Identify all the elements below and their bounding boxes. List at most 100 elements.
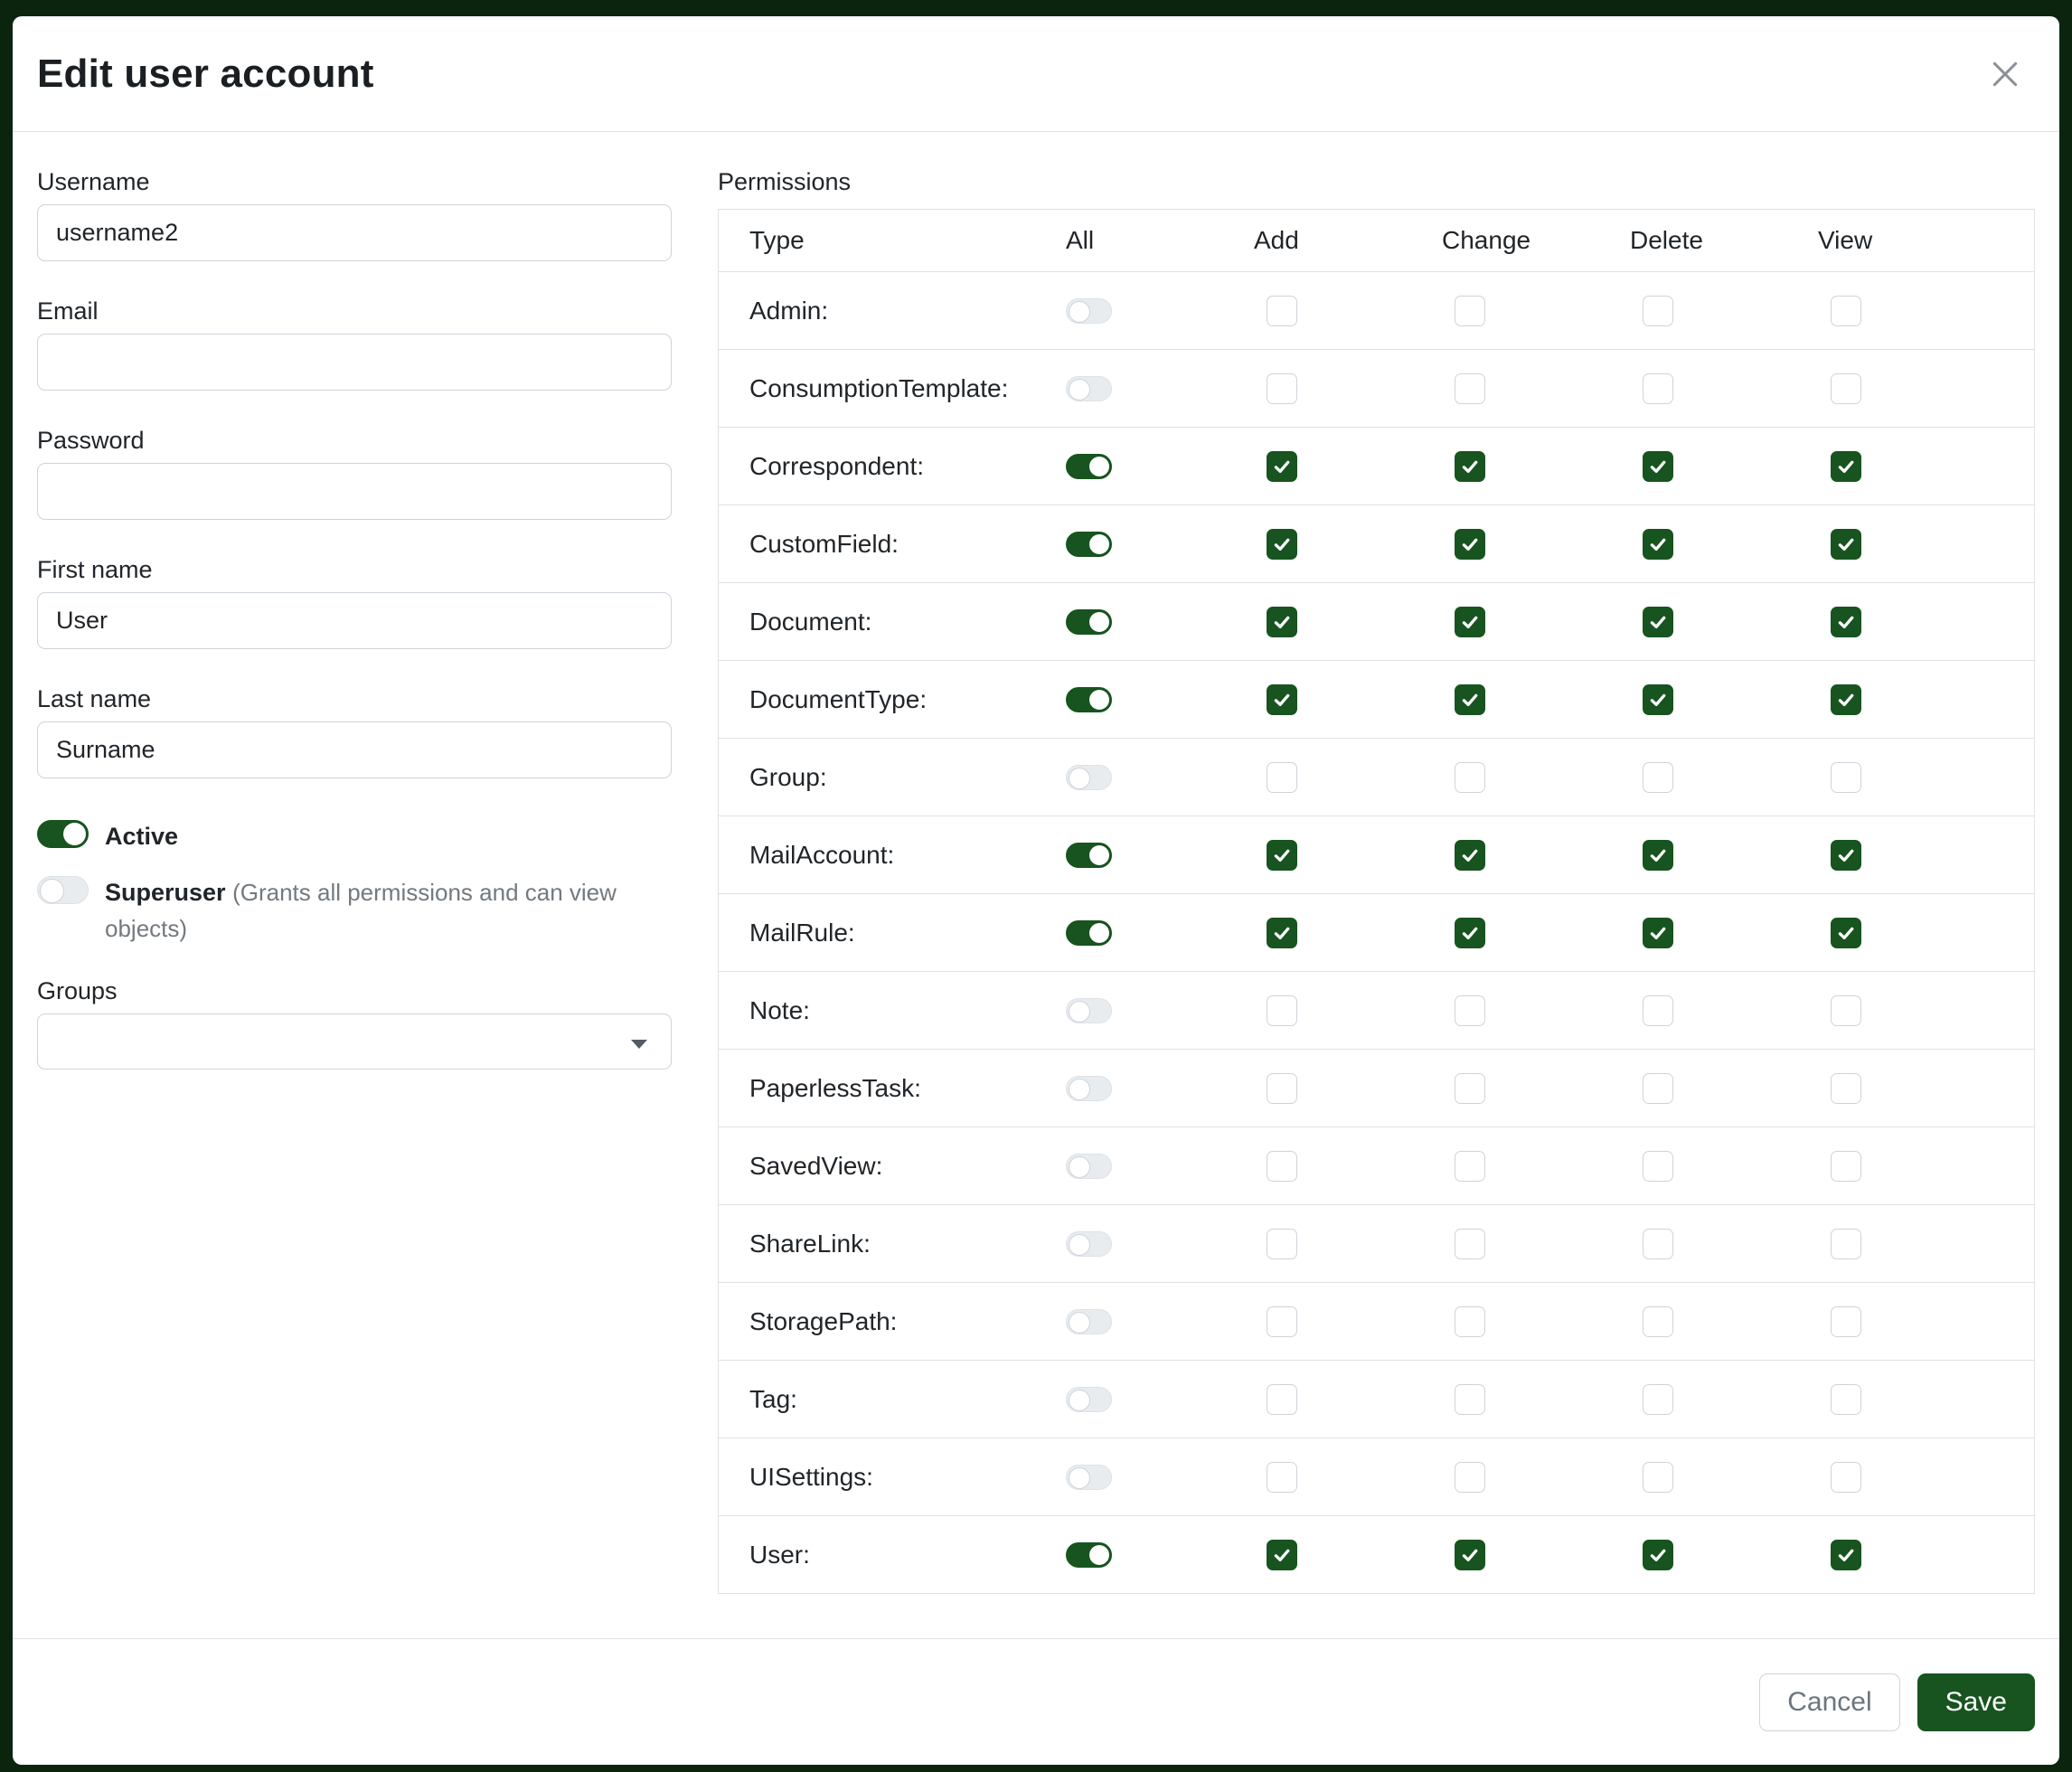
permission-add-checkbox[interactable] — [1267, 1462, 1297, 1493]
permission-view-checkbox[interactable] — [1831, 1229, 1861, 1259]
permission-delete-checkbox[interactable] — [1643, 529, 1673, 560]
permission-change-checkbox[interactable] — [1455, 1073, 1485, 1104]
permission-delete-checkbox[interactable] — [1643, 1540, 1673, 1570]
email-input[interactable] — [37, 334, 672, 391]
permission-change-checkbox[interactable] — [1455, 1462, 1485, 1493]
permission-add-checkbox[interactable] — [1267, 607, 1297, 637]
permission-all-toggle[interactable] — [1066, 376, 1112, 401]
permission-delete-checkbox[interactable] — [1643, 918, 1673, 948]
permission-add-checkbox[interactable] — [1267, 529, 1297, 560]
permission-view-checkbox[interactable] — [1831, 762, 1861, 793]
permission-all-toggle[interactable] — [1066, 1076, 1112, 1101]
permission-delete-checkbox[interactable] — [1643, 1151, 1673, 1182]
permission-delete-checkbox[interactable] — [1643, 373, 1673, 404]
permission-view-checkbox[interactable] — [1831, 1384, 1861, 1415]
permission-view-checkbox[interactable] — [1831, 840, 1861, 871]
permission-delete-checkbox[interactable] — [1643, 1073, 1673, 1104]
permission-view-checkbox[interactable] — [1831, 1306, 1861, 1337]
permission-view-checkbox[interactable] — [1831, 373, 1861, 404]
permission-delete-checkbox[interactable] — [1643, 840, 1673, 871]
permission-all-toggle[interactable] — [1066, 532, 1112, 557]
permission-add-checkbox[interactable] — [1267, 762, 1297, 793]
permission-delete-checkbox[interactable] — [1643, 1306, 1673, 1337]
permission-add-checkbox[interactable] — [1267, 684, 1297, 715]
permission-view-checkbox[interactable] — [1831, 1462, 1861, 1493]
permission-all-toggle[interactable] — [1066, 298, 1112, 324]
permission-delete-checkbox[interactable] — [1643, 1462, 1673, 1493]
permission-add-checkbox[interactable] — [1267, 995, 1297, 1026]
permission-view-checkbox[interactable] — [1831, 529, 1861, 560]
permission-all-toggle[interactable] — [1066, 687, 1112, 712]
permission-add-checkbox[interactable] — [1267, 1540, 1297, 1570]
permission-change-checkbox[interactable] — [1455, 607, 1485, 637]
permission-add-checkbox[interactable] — [1267, 840, 1297, 871]
permission-add-checkbox[interactable] — [1267, 918, 1297, 948]
permission-add-checkbox[interactable] — [1267, 296, 1297, 326]
permission-delete-checkbox[interactable] — [1643, 607, 1673, 637]
permission-all-toggle[interactable] — [1066, 609, 1112, 635]
permission-change-checkbox[interactable] — [1455, 1306, 1485, 1337]
permission-change-checkbox[interactable] — [1455, 840, 1485, 871]
permission-all-toggle[interactable] — [1066, 1542, 1112, 1568]
permission-change-checkbox[interactable] — [1455, 1151, 1485, 1182]
permission-view-checkbox[interactable] — [1831, 1540, 1861, 1570]
cancel-button[interactable]: Cancel — [1759, 1673, 1899, 1731]
permission-change-checkbox[interactable] — [1455, 684, 1485, 715]
permission-delete-checkbox[interactable] — [1643, 1229, 1673, 1259]
permission-change-checkbox[interactable] — [1455, 373, 1485, 404]
permission-all-toggle[interactable] — [1066, 454, 1112, 479]
permission-change-checkbox[interactable] — [1455, 762, 1485, 793]
last-name-input[interactable] — [37, 721, 672, 778]
active-toggle[interactable] — [37, 820, 89, 848]
permission-delete-checkbox[interactable] — [1643, 995, 1673, 1026]
superuser-toggle[interactable] — [37, 876, 89, 904]
permission-all-toggle[interactable] — [1066, 843, 1112, 868]
permission-all-toggle[interactable] — [1066, 920, 1112, 946]
permission-add-checkbox[interactable] — [1267, 451, 1297, 482]
save-button[interactable]: Save — [1917, 1673, 2035, 1731]
permission-change-checkbox[interactable] — [1455, 296, 1485, 326]
permission-all-toggle[interactable] — [1066, 1465, 1112, 1490]
permission-change-checkbox[interactable] — [1455, 918, 1485, 948]
groups-select[interactable] — [37, 1013, 672, 1070]
permission-change-checkbox[interactable] — [1455, 1229, 1485, 1259]
permission-view-checkbox[interactable] — [1831, 1073, 1861, 1104]
permission-all-toggle[interactable] — [1066, 765, 1112, 790]
password-input[interactable] — [37, 463, 672, 520]
permission-row: UISettings: — [719, 1437, 2034, 1515]
permission-change-checkbox[interactable] — [1455, 1384, 1485, 1415]
permission-all-toggle[interactable] — [1066, 1231, 1112, 1257]
first-name-input[interactable] — [37, 592, 672, 649]
permission-add-checkbox[interactable] — [1267, 1073, 1297, 1104]
username-field-group: Username — [37, 168, 672, 261]
permission-all-toggle[interactable] — [1066, 1387, 1112, 1412]
superuser-row: Superuser (Grants all permissions and ca… — [37, 874, 672, 947]
permission-change-checkbox[interactable] — [1455, 1540, 1485, 1570]
permission-delete-checkbox[interactable] — [1643, 296, 1673, 326]
permission-change-checkbox[interactable] — [1455, 529, 1485, 560]
permission-delete-checkbox[interactable] — [1643, 451, 1673, 482]
permission-type-label: Admin: — [719, 297, 1066, 325]
permission-view-checkbox[interactable] — [1831, 918, 1861, 948]
permission-view-checkbox[interactable] — [1831, 296, 1861, 326]
permission-view-checkbox[interactable] — [1831, 607, 1861, 637]
permission-delete-checkbox[interactable] — [1643, 684, 1673, 715]
permission-view-checkbox[interactable] — [1831, 451, 1861, 482]
permission-view-checkbox[interactable] — [1831, 995, 1861, 1026]
permission-all-toggle[interactable] — [1066, 1309, 1112, 1334]
permission-change-checkbox[interactable] — [1455, 451, 1485, 482]
close-icon[interactable] — [1978, 47, 2032, 101]
permission-delete-checkbox[interactable] — [1643, 1384, 1673, 1415]
permission-view-checkbox[interactable] — [1831, 1151, 1861, 1182]
permission-add-checkbox[interactable] — [1267, 1229, 1297, 1259]
permission-all-toggle[interactable] — [1066, 1154, 1112, 1179]
username-input[interactable] — [37, 204, 672, 261]
permission-add-checkbox[interactable] — [1267, 373, 1297, 404]
permission-add-checkbox[interactable] — [1267, 1384, 1297, 1415]
permission-add-checkbox[interactable] — [1267, 1306, 1297, 1337]
permission-change-checkbox[interactable] — [1455, 995, 1485, 1026]
permission-add-checkbox[interactable] — [1267, 1151, 1297, 1182]
permission-view-checkbox[interactable] — [1831, 684, 1861, 715]
permission-delete-checkbox[interactable] — [1643, 762, 1673, 793]
permission-all-toggle[interactable] — [1066, 998, 1112, 1023]
